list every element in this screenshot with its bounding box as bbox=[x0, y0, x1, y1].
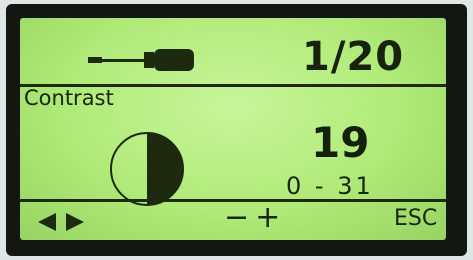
page-indicator: 1/20 bbox=[302, 34, 405, 80]
setting-label: Contrast bbox=[24, 86, 114, 110]
esc-softkey[interactable]: ESC bbox=[394, 206, 437, 231]
setting-range: 0 - 31 bbox=[286, 172, 374, 200]
adjust-softkey[interactable]: −+ bbox=[224, 200, 286, 235]
half-circle-contrast-icon bbox=[110, 132, 184, 206]
setting-value: 19 bbox=[311, 118, 370, 167]
left-right-arrows-icon[interactable] bbox=[38, 212, 84, 232]
lcd-screen: 1/20 Contrast 19 0 - 31 −+ ESC bbox=[20, 18, 446, 240]
screwdriver-icon bbox=[88, 49, 194, 71]
